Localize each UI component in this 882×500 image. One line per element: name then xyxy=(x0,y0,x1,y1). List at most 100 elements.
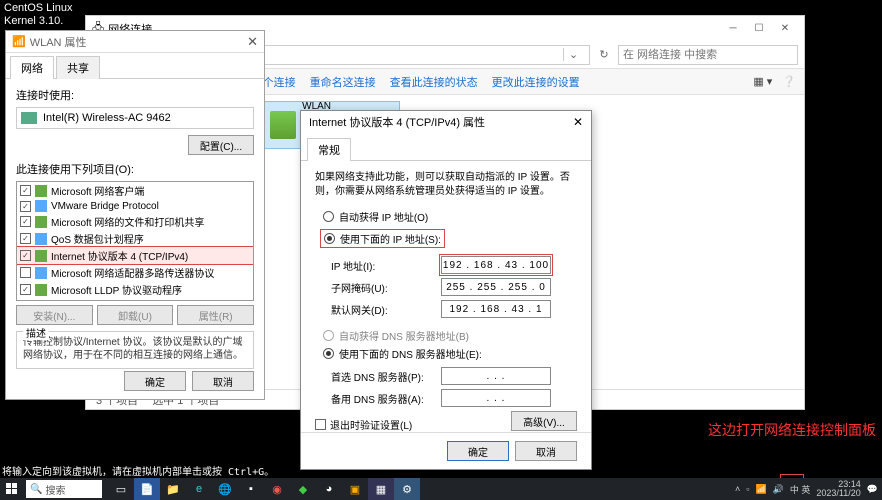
dns1-input[interactable]: . . . xyxy=(441,367,551,385)
radio-icon xyxy=(324,233,335,244)
maximize-button[interactable]: ☐ xyxy=(746,23,772,34)
subnet-mask-input[interactable]: 255 . 255 . 255 . 0 xyxy=(441,278,551,296)
protocol-icon xyxy=(35,301,47,302)
protocol-item[interactable]: Microsoft 网络的文件和打印机共享 xyxy=(17,213,253,230)
checkbox xyxy=(315,419,326,430)
refresh-icon[interactable]: ↻ xyxy=(594,48,614,61)
protocol-icon xyxy=(35,185,47,197)
minimize-button[interactable]: ─ xyxy=(720,23,746,34)
view-status-button[interactable]: 查看此连接的状态 xyxy=(390,74,478,90)
search-input[interactable] xyxy=(618,45,798,65)
taskbar-apps: ▭ 📄 📁 e 🌐 ▪ ◉ ◆ ◕ ▣ ▦ ⚙ xyxy=(108,478,420,500)
volume-icon[interactable]: 🔊 xyxy=(773,484,784,495)
install-button[interactable]: 安装(N)... xyxy=(16,305,93,325)
nic-icon xyxy=(21,112,37,124)
help-icon[interactable]: ❔ xyxy=(782,75,796,88)
protocol-label: VMware Bridge Protocol xyxy=(51,201,159,212)
connect-using-label: 连接时使用: xyxy=(16,87,254,103)
clock[interactable]: 23:14 2023/11/20 xyxy=(816,480,860,498)
checkbox[interactable] xyxy=(20,201,31,212)
configure-button[interactable]: 配置(C)... xyxy=(188,135,254,155)
props-titlebar[interactable]: 📶 WLAN 属性 ✕ xyxy=(6,31,264,53)
info-text: 如果网络支持此功能，则可以获取自动指派的 IP 设置。否则，你需要从网络系统管理… xyxy=(315,171,577,199)
protocol-label: Microsoft LLDP 协议驱动程序 xyxy=(51,282,182,297)
close-button[interactable]: ✕ xyxy=(772,23,798,34)
protocol-icon xyxy=(35,284,47,296)
rename-button[interactable]: 重命名这连接 xyxy=(310,74,376,90)
protocol-icon xyxy=(35,267,47,279)
checkbox[interactable] xyxy=(20,267,31,278)
gateway-input[interactable]: 192 . 168 . 43 . 1 xyxy=(441,300,551,318)
checkbox[interactable] xyxy=(20,216,31,227)
protocol-item[interactable]: Internet 协议版本 6 (TCP/IPv6) xyxy=(17,298,253,301)
start-button[interactable] xyxy=(0,478,24,500)
cancel-button[interactable]: 取消 xyxy=(515,441,577,461)
ipv4-properties-dialog: Internet 协议版本 4 (TCP/IPv4) 属性 ✕ 常规 如果网络支… xyxy=(300,110,592,470)
tab-share[interactable]: 共享 xyxy=(56,56,100,79)
radio-auto-dns: 自动获得 DNS 服务器地址(B) xyxy=(315,328,577,343)
taskbar-search[interactable]: 🔍 搜索 xyxy=(26,480,102,498)
ime-indicator[interactable]: 中 英 xyxy=(790,483,811,496)
explorer-icon[interactable]: 📁 xyxy=(160,478,186,500)
dns2-input[interactable]: . . . xyxy=(441,389,551,407)
app-icon[interactable]: ◆ xyxy=(290,478,316,500)
system-tray: ˄ ▫ 📶 🔊 中 英 23:14 2023/11/20 💬 xyxy=(735,480,882,498)
ok-button[interactable]: 确定 xyxy=(447,441,509,461)
vmware-icon[interactable]: ▦ xyxy=(368,478,394,500)
protocol-list[interactable]: Microsoft 网络客户端VMware Bridge ProtocolMic… xyxy=(16,181,254,301)
tab-network[interactable]: 网络 xyxy=(10,56,54,79)
uninstall-button[interactable]: 卸载(U) xyxy=(97,305,174,325)
gw-label: 默认网关(D): xyxy=(331,302,441,317)
description-group: 描述 传输控制协议/Internet 协议。该协议是默认的广域网络协议，用于在不… xyxy=(16,331,254,369)
checkbox[interactable] xyxy=(20,185,31,196)
app-icon[interactable]: ▣ xyxy=(342,478,368,500)
checkbox[interactable] xyxy=(20,250,31,261)
close-icon[interactable]: ✕ xyxy=(247,34,258,50)
ip-address-input[interactable]: 192 . 168 . 43 . 100 xyxy=(441,256,551,274)
ip-label: IP 地址(I): xyxy=(331,258,441,273)
wifi-icon: 📶 xyxy=(12,35,26,48)
app-icon[interactable]: 📄 xyxy=(134,478,160,500)
tab-general[interactable]: 常规 xyxy=(307,138,351,161)
properties-button[interactable]: 属性(R) xyxy=(177,305,254,325)
protocol-item[interactable]: Microsoft LLDP 协议驱动程序 xyxy=(17,281,253,298)
terminal-icon[interactable]: ▪ xyxy=(238,478,264,500)
view-icon[interactable]: ▦ ▾ xyxy=(753,75,772,88)
chrome-icon[interactable]: ◕ xyxy=(316,478,342,500)
settings-icon[interactable]: ⚙ xyxy=(394,478,420,500)
ipv4-titlebar[interactable]: Internet 协议版本 4 (TCP/IPv4) 属性 ✕ xyxy=(301,111,591,133)
radio-manual-dns[interactable]: 使用下面的 DNS 服务器地址(E): xyxy=(315,346,577,361)
tabs: 网络 共享 xyxy=(6,53,264,79)
nic-field: Intel(R) Wireless-AC 9462 xyxy=(16,107,254,129)
taskview-icon[interactable]: ▭ xyxy=(108,478,134,500)
advanced-button[interactable]: 高级(V)... xyxy=(511,411,577,431)
ok-button[interactable]: 确定 xyxy=(124,371,186,391)
protocol-icon xyxy=(35,200,47,212)
radio-auto-ip[interactable]: 自动获得 IP 地址(O) xyxy=(315,209,577,224)
checkbox[interactable] xyxy=(20,233,31,244)
protocol-item[interactable]: Microsoft 网络客户端 xyxy=(17,182,253,199)
app-icon[interactable]: ◉ xyxy=(264,478,290,500)
mask-label: 子网掩码(U): xyxy=(331,280,441,295)
protocol-item[interactable]: Microsoft 网络适配器多路传送器协议 xyxy=(17,264,253,281)
cancel-button[interactable]: 取消 xyxy=(192,371,254,391)
radio-icon xyxy=(323,330,334,341)
terminal-text: CentOS Linux Kernel 3.10. xyxy=(0,0,76,30)
radio-manual-ip[interactable]: 使用下面的 IP 地址(S): xyxy=(321,230,444,247)
tray-up-icon[interactable]: ˄ xyxy=(735,484,740,494)
notification-icon[interactable]: 💬 xyxy=(867,484,878,495)
protocol-label: Internet 协议版本 6 (TCP/IPv6) xyxy=(51,299,188,301)
checkbox[interactable] xyxy=(20,284,31,295)
chevron-down-icon[interactable]: ⌄ xyxy=(563,48,583,61)
wifi-tray-icon[interactable]: 📶 xyxy=(755,484,766,495)
protocol-item[interactable]: Internet 协议版本 4 (TCP/IPv4) xyxy=(17,247,253,264)
protocol-item[interactable]: VMware Bridge Protocol xyxy=(17,199,253,213)
dns1-label: 首选 DNS 服务器(P): xyxy=(331,369,441,384)
change-settings-button[interactable]: 更改此连接的设置 xyxy=(492,74,580,90)
tray-icon[interactable]: ▫ xyxy=(746,484,749,494)
edge-icon[interactable]: e xyxy=(186,478,212,500)
protocol-label: Microsoft 网络适配器多路传送器协议 xyxy=(51,265,214,280)
protocol-item[interactable]: QoS 数据包计划程序 xyxy=(17,230,253,247)
browser-icon[interactable]: 🌐 xyxy=(212,478,238,500)
close-icon[interactable]: ✕ xyxy=(573,115,583,129)
